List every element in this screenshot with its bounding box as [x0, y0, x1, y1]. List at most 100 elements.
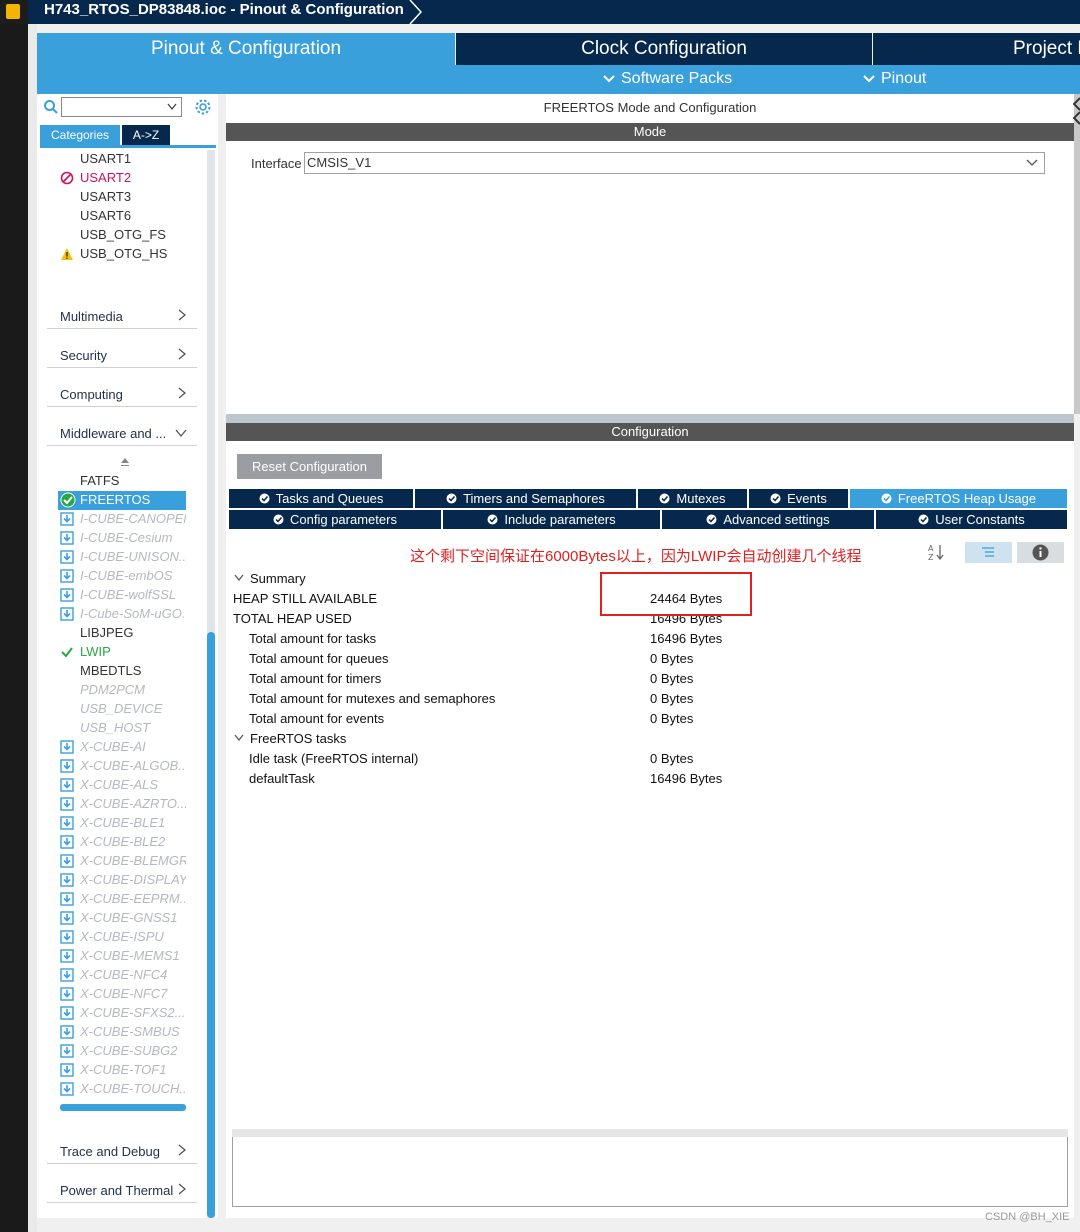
list-item-x-cube-touch[interactable]: X-CUBE-TOUCH... — [80, 1079, 186, 1098]
tab-categories[interactable]: Categories — [40, 125, 120, 145]
svg-text:A: A — [928, 544, 934, 553]
horizontal-scrollbar-thumb[interactable] — [60, 1104, 186, 1111]
list-item-x-cube-ble1[interactable]: X-CUBE-BLE1 — [80, 813, 186, 832]
download-icon — [60, 607, 74, 621]
list-item-i-cube-som-ugo[interactable]: I-Cube-SoM-uGO... — [80, 604, 186, 623]
list-item-x-cube-gnss1[interactable]: X-CUBE-GNSS1 — [80, 908, 186, 927]
left-panel: Categories A->Z USART1 USART2 USART3 USA… — [37, 94, 218, 1218]
list-item-i-cube-embos[interactable]: I-CUBE-embOS — [80, 566, 186, 585]
interface-select[interactable]: CMSIS_V1 — [304, 152, 1045, 174]
list-item-x-cube-sfxs2[interactable]: X-CUBE-SFXS2... — [80, 1003, 186, 1022]
category-security[interactable]: Security — [47, 340, 197, 368]
list-item-x-cube-ai[interactable]: X-CUBE-AI — [80, 737, 186, 756]
mutexes-amount-value: 0 Bytes — [650, 691, 694, 706]
list-item-x-cube-smbus[interactable]: X-CUBE-SMBUS — [80, 1022, 186, 1041]
list-item-usb-otg-fs[interactable]: USB_OTG_FS — [80, 225, 186, 244]
category-trace-debug[interactable]: Trace and Debug — [47, 1136, 197, 1164]
tab-timers-and-semaphores[interactable]: Timers and Semaphores — [415, 489, 636, 508]
tab-project-manager[interactable]: Project M — [873, 33, 1080, 65]
list-item-i-cube-wolfssl[interactable]: I-CUBE-wolfSSL — [80, 585, 186, 604]
download-icon — [60, 854, 74, 868]
list-item-i-cube-cesium[interactable]: I-CUBE-Cesium — [80, 528, 186, 547]
software-packs-menu[interactable]: Software Packs — [603, 69, 732, 89]
tab-user-constants[interactable]: User Constants — [876, 510, 1067, 529]
list-item-libjpeg[interactable]: LIBJPEG — [80, 623, 186, 642]
freertos-tasks-label: FreeRTOS tasks — [250, 731, 347, 746]
list-item-usart3[interactable]: USART3 — [80, 187, 186, 206]
tab-label: Tasks and Queues — [275, 491, 384, 506]
list-item-x-cube-subg2[interactable]: X-CUBE-SUBG2 — [80, 1041, 186, 1060]
list-item-i-cube-canopen[interactable]: I-CUBE-CANOPEN — [80, 509, 186, 528]
tab-clock-configuration[interactable]: Clock Configuration — [456, 33, 872, 65]
left-gutter — [28, 24, 37, 1232]
summary-label: Summary — [250, 571, 306, 586]
sort-az-icon[interactable]: AZ — [928, 543, 944, 561]
warning-icon — [61, 248, 73, 260]
download-icon — [60, 1063, 74, 1077]
category-computing[interactable]: Computing — [47, 379, 197, 407]
list-item-x-cube-display[interactable]: X-CUBE-DISPLAY — [80, 870, 186, 889]
error-icon — [60, 171, 74, 185]
tab-include-parameters[interactable]: Include parameters — [443, 510, 660, 529]
list-item-x-cube-nfc7[interactable]: X-CUBE-NFC7 — [80, 984, 186, 1003]
summary-node[interactable]: Summary — [234, 569, 306, 589]
list-item-x-cube-ispu[interactable]: X-CUBE-ISPU — [80, 927, 186, 946]
info-button[interactable] — [1017, 542, 1064, 563]
gear-icon[interactable] — [194, 98, 212, 116]
list-item-mbedtls[interactable]: MBEDTLS — [80, 661, 186, 680]
sort-up-icon[interactable] — [120, 457, 130, 467]
list-item-x-cube-als[interactable]: X-CUBE-ALS — [80, 775, 186, 794]
list-item-x-cube-tof1[interactable]: X-CUBE-TOF1 — [80, 1060, 186, 1079]
category-power-thermal[interactable]: Power and Thermal — [47, 1175, 197, 1203]
list-item-lwip[interactable]: LWIP — [80, 642, 186, 661]
list-item-freertos[interactable]: FREERTOS — [80, 490, 186, 509]
list-item-x-cube-nfc4[interactable]: X-CUBE-NFC4 — [80, 965, 186, 984]
category-multimedia[interactable]: Multimedia — [47, 301, 197, 329]
pinout-menu[interactable]: Pinout — [863, 69, 926, 89]
tab-pinout-configuration[interactable]: Pinout & Configuration — [37, 33, 455, 65]
tab-freertos-heap-usage[interactable]: FreeRTOS Heap Usage — [850, 489, 1067, 508]
list-item-x-cube-algob[interactable]: X-CUBE-ALGOB... — [80, 756, 186, 775]
splitter[interactable] — [226, 414, 1074, 423]
chevron-right-icon — [178, 1183, 187, 1195]
list-item-usb-host[interactable]: USB_HOST — [80, 718, 186, 737]
download-icon — [60, 759, 74, 773]
watermark: CSDN @BH_XIE — [985, 1211, 1070, 1223]
list-item-x-cube-azrto[interactable]: X-CUBE-AZRTO... — [80, 794, 186, 813]
list-item-i-cube-unison[interactable]: I-CUBE-UNISON... — [80, 547, 186, 566]
tab-tasks-and-queues[interactable]: Tasks and Queues — [229, 489, 413, 508]
check-circle-icon — [881, 493, 892, 504]
left-scrollbar-thumb[interactable] — [207, 632, 215, 1218]
list-item-x-cube-mems1[interactable]: X-CUBE-MEMS1 — [80, 946, 186, 965]
reset-configuration-button[interactable]: Reset Configuration — [237, 454, 382, 479]
list-item-usart1[interactable]: USART1 — [80, 149, 186, 168]
list-item-usart6[interactable]: USART6 — [80, 206, 186, 225]
tab-config-parameters[interactable]: Config parameters — [229, 510, 441, 529]
list-item-x-cube-ble2[interactable]: X-CUBE-BLE2 — [80, 832, 186, 851]
tab-advanced-settings[interactable]: Advanced settings — [662, 510, 874, 529]
timers-amount-value: 0 Bytes — [650, 671, 694, 686]
list-item-fatfs[interactable]: FATFS — [80, 471, 186, 490]
collapse-arrow-icon[interactable] — [1073, 96, 1080, 126]
list-item-usart2[interactable]: USART2 — [80, 168, 186, 187]
list-item-pdm2pcm[interactable]: PDM2PCM — [80, 680, 186, 699]
check-circle-icon — [259, 493, 270, 504]
freertos-tasks-node[interactable]: FreeRTOS tasks — [234, 729, 346, 749]
search-icon[interactable] — [43, 99, 59, 115]
tab-label: Include parameters — [504, 512, 616, 527]
queues-amount-label: Total amount for queues — [249, 651, 389, 666]
list-item-x-cube-eeprm[interactable]: X-CUBE-EEPRM... — [80, 889, 186, 908]
tab-events[interactable]: Events — [749, 489, 848, 508]
tab-a-to-z[interactable]: A->Z — [122, 125, 170, 145]
info-icon — [1032, 544, 1049, 561]
chevron-down-icon — [175, 429, 187, 438]
search-input[interactable] — [61, 97, 182, 117]
category-middleware[interactable]: Middleware and ... — [47, 418, 197, 446]
tab-label: Timers and Semaphores — [463, 491, 605, 506]
chevron-down-icon[interactable] — [167, 103, 177, 111]
list-item-usb-device[interactable]: USB_DEVICE — [80, 699, 186, 718]
expand-all-button[interactable] — [965, 542, 1012, 563]
list-item-usb-otg-hs[interactable]: USB_OTG_HS — [80, 244, 186, 263]
list-item-x-cube-blemgr[interactable]: X-CUBE-BLEMGR — [80, 851, 186, 870]
tab-mutexes[interactable]: Mutexes — [638, 489, 747, 508]
